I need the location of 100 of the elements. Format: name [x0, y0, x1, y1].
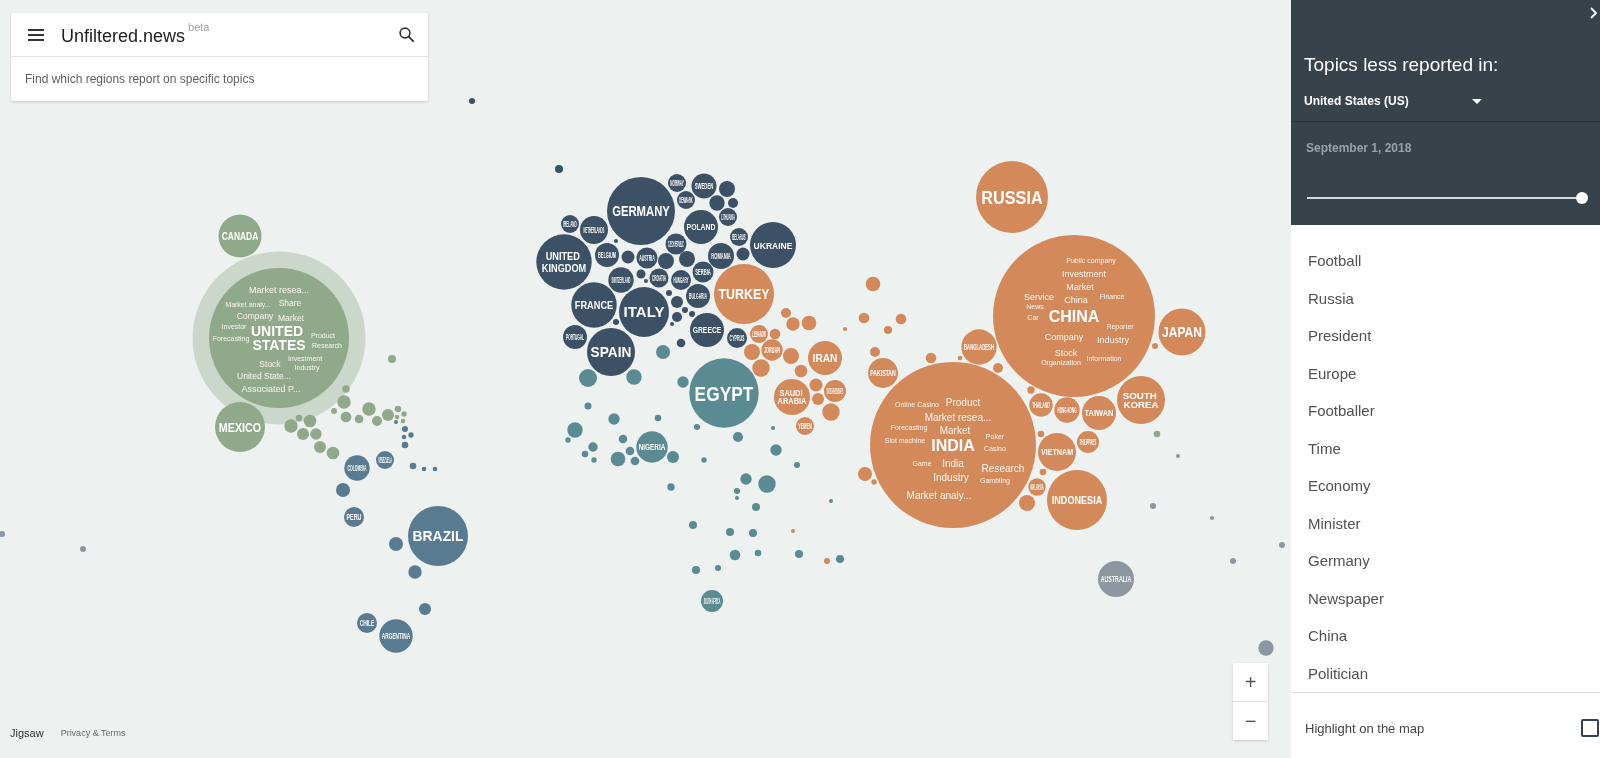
dot-icon[interactable]: [1210, 516, 1214, 520]
dot-icon[interactable]: [676, 338, 686, 348]
dot-icon[interactable]: [656, 345, 670, 359]
dot-icon[interactable]: [734, 488, 740, 494]
dot-icon[interactable]: [682, 307, 688, 313]
dot-icon[interactable]: [432, 466, 438, 472]
dot-icon[interactable]: [1027, 386, 1035, 394]
country-bubble[interactable]: [536, 234, 592, 290]
country-bubble[interactable]: [730, 228, 748, 246]
country-bubble[interactable]: [668, 174, 686, 192]
dot-icon[interactable]: [957, 355, 963, 361]
highlight-checkbox[interactable]: [1581, 719, 1599, 737]
country-bubble[interactable]: [619, 287, 669, 337]
country-bubble[interactable]: [571, 282, 617, 328]
country-bubble[interactable]: [690, 313, 724, 347]
country-bubble[interactable]: [649, 268, 669, 288]
country-bubble[interactable]: [344, 455, 370, 481]
country-bubble[interactable]: [714, 264, 774, 324]
dot-icon[interactable]: [858, 312, 870, 324]
country-bubble[interactable]: [671, 270, 691, 290]
dot-icon[interactable]: [340, 411, 352, 423]
dot-icon[interactable]: [636, 269, 646, 279]
dot-icon[interactable]: [740, 473, 752, 485]
dot-icon[interactable]: [331, 408, 337, 414]
dot-icon[interactable]: [694, 424, 700, 430]
dot-icon[interactable]: [565, 437, 571, 443]
dot-icon[interactable]: [613, 319, 619, 325]
country-bubble[interactable]: [719, 208, 737, 226]
dot-icon[interactable]: [354, 414, 364, 424]
dot-icon[interactable]: [658, 253, 674, 269]
dot-icon[interactable]: [689, 521, 697, 529]
topic-word[interactable]: United State...: [237, 371, 291, 381]
dot-icon[interactable]: [1019, 495, 1035, 511]
chevron-right-icon[interactable]: [1590, 7, 1597, 19]
dot-icon[interactable]: [667, 483, 675, 491]
dot-icon[interactable]: [692, 566, 700, 574]
dot-icon[interactable]: [715, 565, 721, 571]
dot-icon[interactable]: [843, 327, 847, 331]
dot-icon[interactable]: [836, 555, 844, 563]
country-bubble[interactable]: [408, 506, 468, 566]
dot-icon[interactable]: [781, 308, 791, 318]
country-bubble[interactable]: [587, 328, 635, 376]
dot-icon[interactable]: [679, 251, 695, 267]
topic-item[interactable]: Time: [1291, 429, 1600, 467]
dot-icon[interactable]: [297, 428, 309, 440]
topic-item[interactable]: President: [1291, 317, 1600, 355]
dot-icon[interactable]: [795, 550, 803, 558]
dot-icon[interactable]: [871, 479, 877, 485]
topic-word[interactable]: Share: [278, 298, 302, 308]
topic-item[interactable]: Newspaper: [1291, 579, 1600, 617]
topic-item[interactable]: Russia: [1291, 279, 1600, 317]
country-bubble[interactable]: [376, 451, 394, 469]
dot-icon[interactable]: [581, 450, 589, 458]
dot-icon[interactable]: [382, 409, 394, 421]
dot-icon[interactable]: [614, 239, 618, 243]
dot-icon[interactable]: [925, 352, 937, 364]
country-bubble[interactable]: [677, 191, 695, 209]
dot-icon[interactable]: [567, 422, 583, 438]
dot-icon[interactable]: [469, 98, 475, 104]
dot-icon[interactable]: [314, 441, 326, 453]
menu-icon[interactable]: [28, 28, 44, 41]
dot-icon[interactable]: [1176, 454, 1180, 458]
dot-icon[interactable]: [394, 420, 398, 424]
country-bubble[interactable]: [344, 507, 364, 527]
dot-icon[interactable]: [749, 529, 757, 537]
dot-icon[interactable]: [401, 434, 407, 440]
dot-icon[interactable]: [401, 441, 409, 449]
dot-icon[interactable]: [421, 466, 427, 472]
dot-icon[interactable]: [630, 456, 640, 466]
topic-word[interactable]: Market: [939, 424, 971, 436]
topic-word[interactable]: Industry: [1097, 335, 1129, 346]
dot-icon[interactable]: [769, 328, 781, 340]
dot-icon[interactable]: [829, 499, 833, 503]
country-bubble[interactable]: [684, 210, 718, 244]
dot-icon[interactable]: [733, 432, 743, 442]
dot-icon[interactable]: [735, 496, 739, 500]
dot-icon[interactable]: [666, 290, 672, 296]
country-bubble[interactable]: [563, 325, 587, 349]
dot-icon[interactable]: [372, 416, 382, 426]
topic-item[interactable]: China: [1291, 617, 1600, 655]
dot-icon[interactable]: [672, 312, 682, 322]
dot-icon[interactable]: [865, 276, 881, 292]
dot-icon[interactable]: [394, 414, 400, 420]
dot-icon[interactable]: [408, 432, 414, 438]
dot-icon[interactable]: [591, 457, 597, 463]
zoom-in-button[interactable]: +: [1233, 663, 1268, 701]
topic-word[interactable]: Product: [945, 396, 981, 408]
dot-icon[interactable]: [670, 322, 674, 326]
dot-icon[interactable]: [394, 405, 402, 413]
topic-item[interactable]: Politician: [1291, 654, 1600, 692]
dot-icon[interactable]: [618, 434, 628, 444]
topic-word[interactable]: Industry: [933, 471, 969, 483]
dot-icon[interactable]: [870, 347, 880, 357]
topic-item[interactable]: Germany: [1291, 542, 1600, 580]
dot-icon[interactable]: [895, 313, 907, 325]
country-bubble[interactable]: [665, 233, 687, 255]
dot-icon[interactable]: [644, 279, 648, 283]
country-bubble[interactable]: [750, 222, 796, 268]
dot-icon[interactable]: [794, 462, 800, 468]
dot-icon[interactable]: [884, 326, 892, 334]
